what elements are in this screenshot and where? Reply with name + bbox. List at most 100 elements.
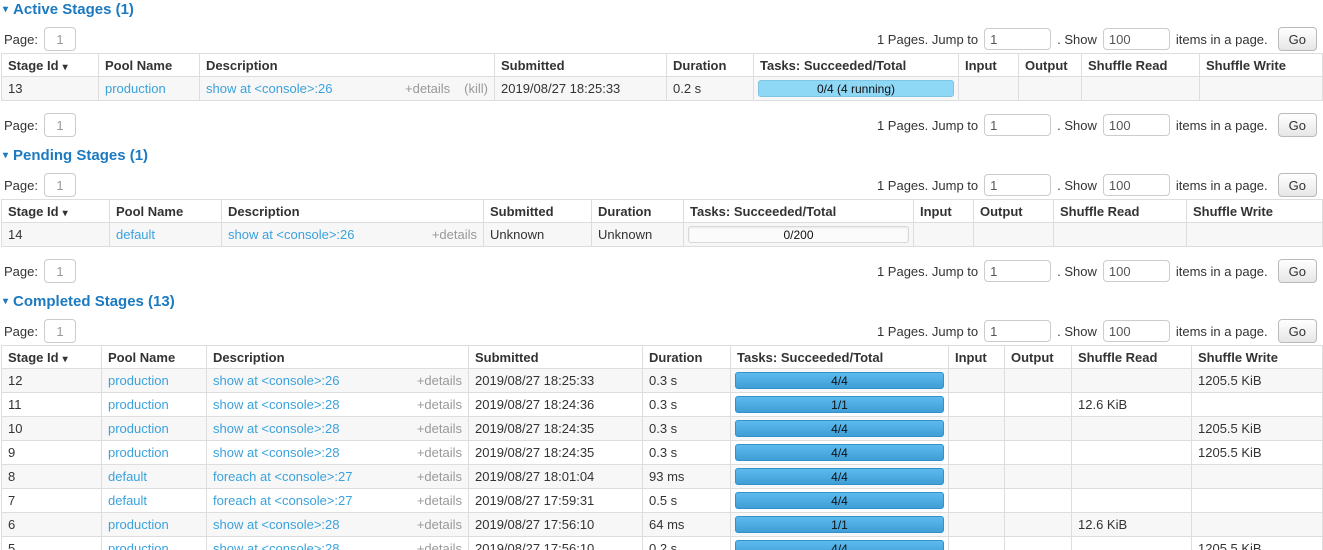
- stage-description-link[interactable]: show at <console>:28: [213, 397, 409, 412]
- jump-to-page-input[interactable]: [984, 28, 1051, 50]
- stage-description-link[interactable]: show at <console>:28: [213, 517, 409, 532]
- go-button[interactable]: Go: [1278, 259, 1317, 283]
- stage-description-link[interactable]: show at <console>:28: [213, 541, 409, 550]
- details-toggle[interactable]: +details: [417, 421, 462, 436]
- pool-name-link[interactable]: production: [108, 541, 169, 550]
- page-size-input[interactable]: [1103, 320, 1170, 342]
- column-header-submitted[interactable]: Submitted: [495, 54, 667, 77]
- input-cell: [949, 513, 1005, 537]
- column-header-tasks-succeeded-total[interactable]: Tasks: Succeeded/Total: [684, 200, 914, 223]
- column-header-pool-name[interactable]: Pool Name: [102, 346, 207, 369]
- kill-link[interactable]: (kill): [464, 81, 488, 96]
- pool-name-link[interactable]: default: [116, 227, 155, 242]
- pool-name-link[interactable]: production: [108, 421, 169, 436]
- column-header-tasks-succeeded-total[interactable]: Tasks: Succeeded/Total: [731, 346, 949, 369]
- details-toggle[interactable]: +details: [417, 493, 462, 508]
- column-header-duration[interactable]: Duration: [643, 346, 731, 369]
- table-header-row: Stage Id▾Pool NameDescriptionSubmittedDu…: [2, 200, 1323, 223]
- page-number-input[interactable]: [44, 27, 76, 51]
- page-number-input[interactable]: [44, 113, 76, 137]
- pool-name-link[interactable]: production: [105, 81, 166, 96]
- column-header-stage-id[interactable]: Stage Id▾: [2, 346, 102, 369]
- stage-description-link[interactable]: show at <console>:26: [206, 81, 397, 96]
- details-toggle[interactable]: +details: [432, 227, 477, 242]
- page-size-input[interactable]: [1103, 174, 1170, 196]
- tasks-cell: 4/4: [731, 369, 949, 393]
- column-header-input[interactable]: Input: [949, 346, 1005, 369]
- column-header-shuffle-read[interactable]: Shuffle Read: [1082, 54, 1200, 77]
- section-heading-active[interactable]: ▾Active Stages (1): [3, 2, 1323, 17]
- column-header-shuffle-read[interactable]: Shuffle Read: [1072, 346, 1192, 369]
- go-button[interactable]: Go: [1278, 173, 1317, 197]
- jump-to-page-input[interactable]: [984, 320, 1051, 342]
- column-header-pool-name[interactable]: Pool Name: [99, 54, 200, 77]
- details-toggle[interactable]: +details: [417, 517, 462, 532]
- column-header-description[interactable]: Description: [207, 346, 469, 369]
- shuffle-write-cell: [1187, 223, 1323, 247]
- pool-name-link[interactable]: production: [108, 445, 169, 460]
- page-number-input[interactable]: [44, 319, 76, 343]
- section-heading-pending[interactable]: ▾Pending Stages (1): [3, 148, 1323, 163]
- column-header-duration[interactable]: Duration: [667, 54, 754, 77]
- section-heading-completed[interactable]: ▾Completed Stages (13): [3, 294, 1323, 309]
- duration-cell: 0.2 s: [643, 537, 731, 550]
- output-cell: [1005, 489, 1072, 513]
- stage-id-cell: 7: [2, 489, 102, 513]
- stage-description-link[interactable]: foreach at <console>:27: [213, 493, 409, 508]
- jump-to-page-input[interactable]: [984, 174, 1051, 196]
- column-header-shuffle-write[interactable]: Shuffle Write: [1192, 346, 1323, 369]
- page-size-input[interactable]: [1103, 260, 1170, 282]
- go-button[interactable]: Go: [1278, 27, 1317, 51]
- details-toggle[interactable]: +details: [417, 373, 462, 388]
- column-header-description[interactable]: Description: [222, 200, 484, 223]
- column-header-label: Submitted: [475, 350, 539, 365]
- details-toggle[interactable]: +details: [417, 445, 462, 460]
- pool-name-link[interactable]: default: [108, 469, 147, 484]
- details-toggle[interactable]: +details: [417, 397, 462, 412]
- pool-name-link[interactable]: production: [108, 397, 169, 412]
- column-header-output[interactable]: Output: [974, 200, 1054, 223]
- go-button[interactable]: Go: [1278, 319, 1317, 343]
- jump-to-page-input[interactable]: [984, 260, 1051, 282]
- jump-to-page-input[interactable]: [984, 114, 1051, 136]
- stage-description-link[interactable]: show at <console>:28: [213, 421, 409, 436]
- details-toggle[interactable]: +details: [417, 541, 462, 550]
- column-header-stage-id[interactable]: Stage Id▾: [2, 200, 110, 223]
- pagination-top: Page:1 Pages. Jump to. Showitems in a pa…: [4, 173, 1317, 197]
- page-size-input[interactable]: [1103, 28, 1170, 50]
- pool-name-link[interactable]: default: [108, 493, 147, 508]
- column-header-submitted[interactable]: Submitted: [484, 200, 592, 223]
- column-header-output[interactable]: Output: [1005, 346, 1072, 369]
- show-label: . Show: [1057, 324, 1097, 339]
- column-header-stage-id[interactable]: Stage Id▾: [2, 54, 99, 77]
- column-header-input[interactable]: Input: [959, 54, 1019, 77]
- column-header-output[interactable]: Output: [1019, 54, 1082, 77]
- column-header-tasks-succeeded-total[interactable]: Tasks: Succeeded/Total: [754, 54, 959, 77]
- stage-description-link[interactable]: foreach at <console>:27: [213, 469, 409, 484]
- column-header-shuffle-write[interactable]: Shuffle Write: [1200, 54, 1323, 77]
- pool-name-link[interactable]: production: [108, 373, 169, 388]
- details-toggle[interactable]: +details: [405, 81, 450, 96]
- page-number-input[interactable]: [44, 173, 76, 197]
- details-toggle[interactable]: +details: [417, 469, 462, 484]
- column-header-pool-name[interactable]: Pool Name: [110, 200, 222, 223]
- task-progress-label: 4/4: [831, 542, 848, 550]
- stage-description-link[interactable]: show at <console>:26: [228, 227, 424, 242]
- column-header-shuffle-read[interactable]: Shuffle Read: [1054, 200, 1187, 223]
- column-header-description[interactable]: Description: [200, 54, 495, 77]
- stage-description-link[interactable]: show at <console>:28: [213, 445, 409, 460]
- column-header-label: Pool Name: [108, 350, 175, 365]
- column-header-shuffle-write[interactable]: Shuffle Write: [1187, 200, 1323, 223]
- column-header-label: Shuffle Read: [1078, 350, 1157, 365]
- task-progress-bar: 4/4: [735, 420, 944, 437]
- go-button[interactable]: Go: [1278, 113, 1317, 137]
- column-header-input[interactable]: Input: [914, 200, 974, 223]
- column-header-submitted[interactable]: Submitted: [469, 346, 643, 369]
- column-header-duration[interactable]: Duration: [592, 200, 684, 223]
- page-size-input[interactable]: [1103, 114, 1170, 136]
- page-number-input[interactable]: [44, 259, 76, 283]
- pool-name-link[interactable]: production: [108, 517, 169, 532]
- stage-row: 13productionshow at <console>:26+details…: [2, 77, 1323, 101]
- output-cell: [1005, 441, 1072, 465]
- stage-description-link[interactable]: show at <console>:26: [213, 373, 409, 388]
